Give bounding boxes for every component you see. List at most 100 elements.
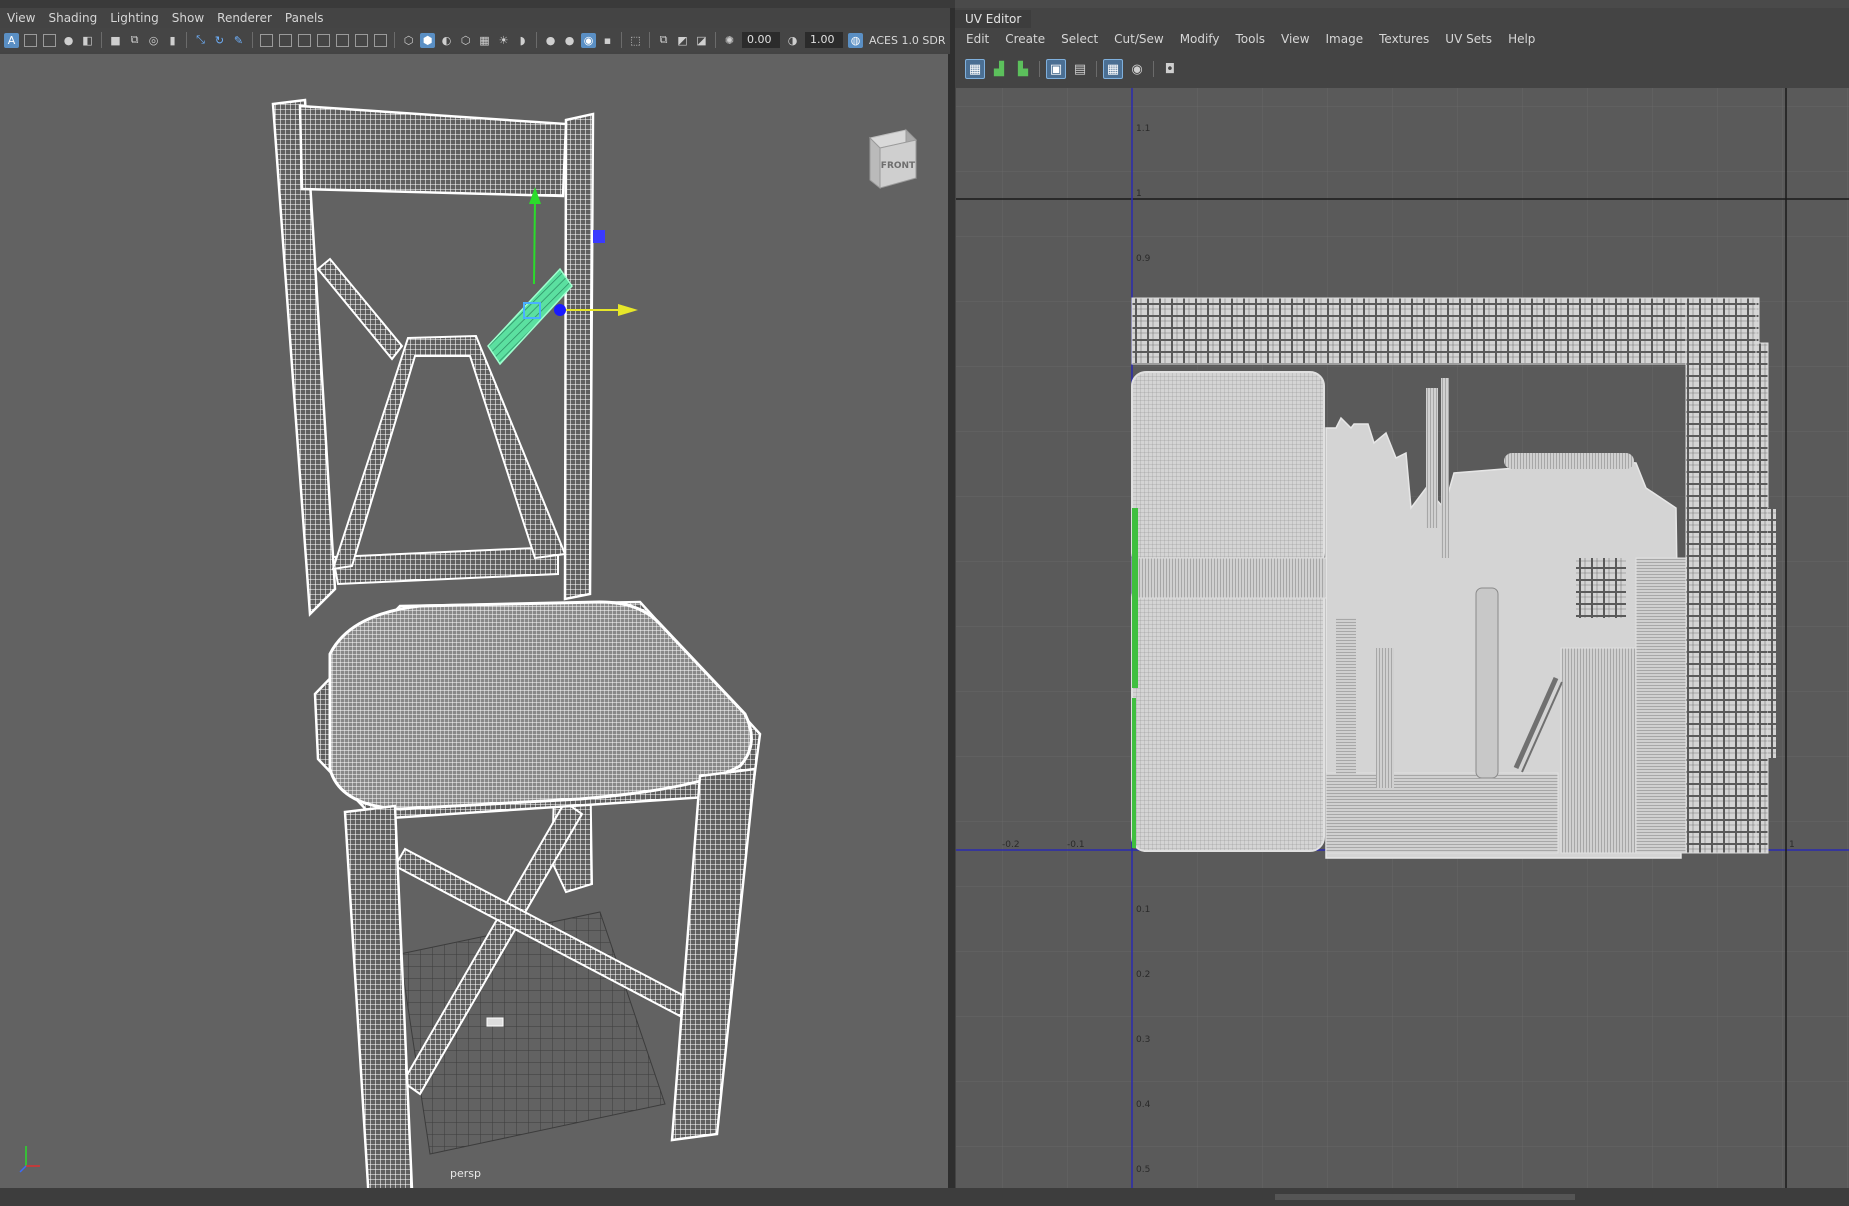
viewport-panel: View Shading Lighting Show Renderer Pane… bbox=[0, 8, 950, 1188]
paint-tool-icon[interactable]: ✎ bbox=[231, 33, 246, 48]
uv-grid-icon[interactable]: ▦ bbox=[1103, 59, 1123, 79]
uv-checker-icon[interactable]: ▙ bbox=[1013, 59, 1033, 79]
isolate-select-icon[interactable]: ◉ bbox=[581, 32, 596, 48]
color-transform-label[interactable]: ACES 1.0 SDR bbox=[869, 34, 946, 47]
v-label-1: 1 bbox=[1136, 189, 1142, 199]
camera-lock-icon[interactable]: ⧉ bbox=[127, 33, 142, 48]
v-label-0-1: 0.1 bbox=[1136, 905, 1150, 915]
gate-mask-icon[interactable] bbox=[317, 33, 330, 47]
u-label-1: 1 bbox=[1789, 840, 1795, 850]
camera-label: persp bbox=[450, 1167, 481, 1180]
wireframe-icon[interactable]: ⬡ bbox=[401, 33, 416, 48]
v-label-0-3: 0.3 bbox=[1136, 1035, 1150, 1045]
motion-blur-icon[interactable]: ● bbox=[562, 33, 577, 48]
checker-icon[interactable]: ▦ bbox=[477, 33, 492, 48]
chair-back-diagonal-left bbox=[316, 257, 404, 361]
v-label-0-9: 0.9 bbox=[1136, 254, 1151, 264]
chair-back-trapezoid bbox=[331, 334, 567, 571]
v-label-0-5: 0.5 bbox=[1136, 1165, 1150, 1175]
uv-menu-cut-sew[interactable]: Cut/Sew bbox=[1107, 32, 1173, 46]
u-label-minus-0-2: -0.2 bbox=[1002, 840, 1020, 850]
perspective-viewport[interactable]: FRONT persp bbox=[0, 54, 950, 1188]
safe-title-icon[interactable] bbox=[374, 33, 387, 47]
selected-diagonal-brace bbox=[487, 267, 573, 366]
uv-menu-edit[interactable]: Edit bbox=[959, 32, 998, 46]
exposure-icon[interactable]: ✺ bbox=[722, 33, 737, 48]
resolution-gate-icon[interactable] bbox=[298, 33, 311, 47]
select-highlight-icon[interactable]: ⬚ bbox=[628, 33, 643, 48]
viewport-menubar: View Shading Lighting Show Renderer Pane… bbox=[0, 8, 330, 28]
chair-right-upright bbox=[563, 112, 595, 601]
snapshot-icon[interactable]: ◘ bbox=[1160, 59, 1180, 79]
shadows-icon[interactable]: ◗ bbox=[515, 33, 530, 48]
uv-border-icon[interactable]: ▣ bbox=[1046, 59, 1066, 79]
menu-lighting[interactable]: Lighting bbox=[103, 11, 165, 25]
u-label-minus-0-1: -0.1 bbox=[1067, 840, 1085, 850]
uv-shell-icon[interactable]: ▦ bbox=[965, 59, 985, 79]
uv-menu-image[interactable]: Image bbox=[1319, 32, 1373, 46]
menu-show[interactable]: Show bbox=[165, 11, 210, 25]
uv-menu-modify[interactable]: Modify bbox=[1173, 32, 1229, 46]
uv-texture-view[interactable]: 1.1 1 0.9 0.1 0.2 0.3 0.4 0.5 -0.2 -0.1 … bbox=[956, 88, 1849, 1188]
xray-icon[interactable]: ▪ bbox=[600, 33, 615, 48]
uv-editor-panel: UV Editor Edit Create Select Cut/Sew Mod… bbox=[955, 8, 1849, 1188]
camera-icon[interactable]: ■ bbox=[108, 33, 123, 48]
chair-back-lower-rail bbox=[331, 545, 559, 586]
uv-editor-title: UV Editor bbox=[955, 10, 1032, 28]
uv-menubar: Edit Create Select Cut/Sew Modify Tools … bbox=[959, 29, 1544, 49]
film-icon[interactable]: ◎ bbox=[146, 33, 161, 48]
smooth-shade-icon[interactable]: ⬢ bbox=[420, 32, 435, 48]
field-chart-icon[interactable] bbox=[336, 33, 349, 47]
chair-seat-cushion bbox=[328, 600, 753, 811]
grid-icon[interactable] bbox=[260, 33, 273, 47]
axis-gizmo bbox=[19, 1146, 40, 1173]
chair-wireframe-scene bbox=[19, 98, 762, 1188]
textured-icon[interactable]: ⬡ bbox=[458, 33, 473, 48]
bookmark-icon[interactable] bbox=[43, 33, 56, 47]
status-bar bbox=[0, 1188, 1849, 1206]
menu-shading[interactable]: Shading bbox=[41, 11, 103, 25]
color-management-icon[interactable]: ◍ bbox=[848, 32, 863, 48]
view-cube-label: FRONT bbox=[881, 161, 916, 171]
ambient-occlusion-icon[interactable]: ● bbox=[543, 33, 558, 48]
menu-renderer[interactable]: Renderer bbox=[210, 11, 278, 25]
gamma-icon[interactable]: ◑ bbox=[785, 33, 800, 48]
safe-action-icon[interactable] bbox=[355, 33, 368, 47]
gamma-field[interactable]: 1.00 bbox=[805, 32, 843, 48]
v-label-0-4: 0.4 bbox=[1136, 1100, 1151, 1110]
bookmark-flag-icon[interactable]: ▮ bbox=[165, 33, 180, 48]
hud-toggle-icon[interactable]: ◩ bbox=[675, 33, 690, 48]
v-label-1-1: 1.1 bbox=[1136, 124, 1150, 134]
uv-menu-tools[interactable]: Tools bbox=[1228, 32, 1274, 46]
uv-layout: 1.1 1 0.9 0.1 0.2 0.3 0.4 0.5 -0.2 -0.1 … bbox=[956, 88, 1849, 1188]
two-d-pan-icon[interactable]: ◧ bbox=[80, 33, 95, 48]
top-strip bbox=[0, 0, 1849, 8]
uv-menu-help[interactable]: Help bbox=[1501, 32, 1544, 46]
uv-distortion-icon[interactable]: ▟ bbox=[989, 59, 1009, 79]
viewport-toolbar: A ● ◧ ■ ⧉ ◎ ▮ ⤡ ↻ ✎ ⬡ ⬢ ◐ ⬡ ▦ ☀ ◗ ● ● ◉ … bbox=[0, 28, 950, 52]
menu-view[interactable]: View bbox=[0, 11, 41, 25]
uv-menu-view[interactable]: View bbox=[1274, 32, 1318, 46]
image-display-icon[interactable]: ◉ bbox=[1127, 59, 1147, 79]
film-gate-icon[interactable] bbox=[279, 33, 292, 47]
uv-menu-select[interactable]: Select bbox=[1054, 32, 1107, 46]
select-camera-icon[interactable]: A bbox=[4, 32, 19, 48]
uv-toolbar: ▦ ▟ ▙ ▣ ▤ ▦ ◉ ◘ bbox=[955, 54, 1849, 84]
camera-attributes-icon[interactable] bbox=[24, 33, 37, 47]
rotate-tool-icon[interactable]: ↻ bbox=[212, 33, 227, 48]
uv-menu-create[interactable]: Create bbox=[998, 32, 1054, 46]
hud-icon[interactable]: ⧉ bbox=[656, 33, 671, 48]
snapshot-vp-icon[interactable]: ◪ bbox=[694, 33, 709, 48]
floor-object bbox=[486, 1017, 504, 1027]
image-plane-icon[interactable]: ● bbox=[61, 33, 76, 48]
chair-top-rail bbox=[298, 104, 568, 198]
move-tool-icon[interactable]: ⤡ bbox=[193, 33, 208, 48]
wireframe-on-shaded-icon[interactable]: ◐ bbox=[439, 33, 454, 48]
menu-panels[interactable]: Panels bbox=[278, 11, 330, 25]
uv-menu-uv-sets[interactable]: UV Sets bbox=[1438, 32, 1501, 46]
exposure-field[interactable]: 0.00 bbox=[742, 32, 780, 48]
uv-menu-textures[interactable]: Textures bbox=[1372, 32, 1438, 46]
v-label-0-2: 0.2 bbox=[1136, 970, 1150, 980]
uv-grid-toggle-icon[interactable]: ▤ bbox=[1070, 59, 1090, 79]
lights-icon[interactable]: ☀ bbox=[496, 33, 511, 48]
